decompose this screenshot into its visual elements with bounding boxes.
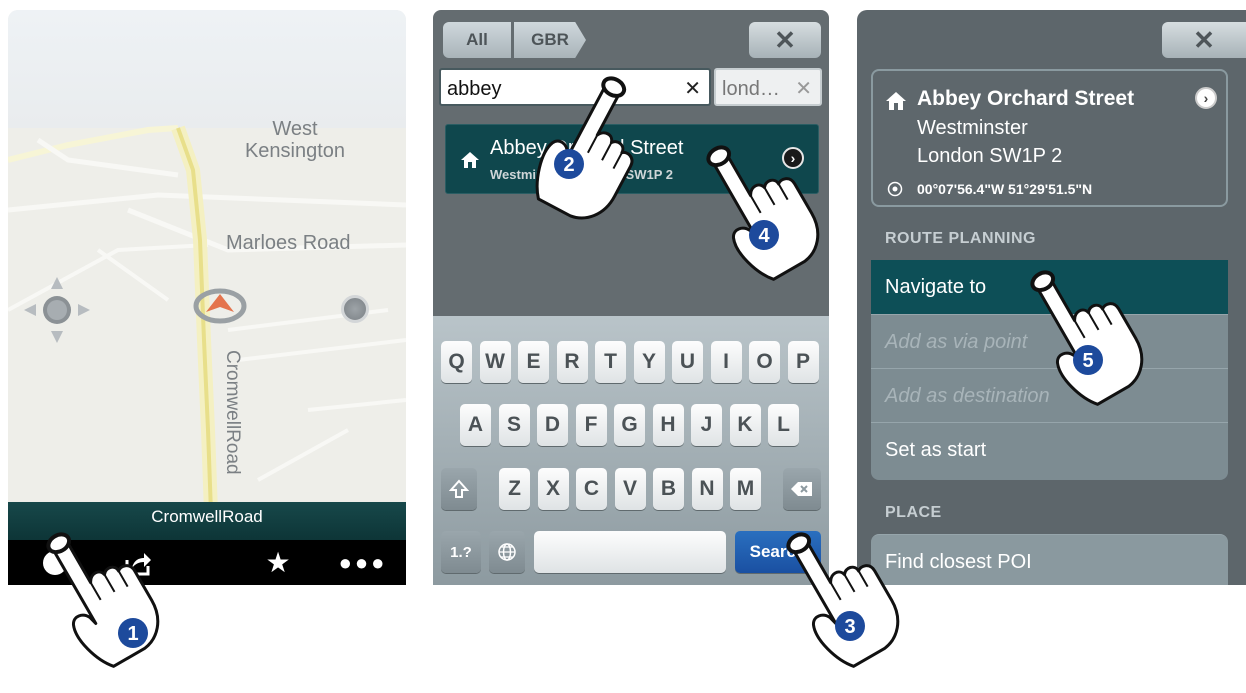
tab-country-gbr[interactable]: GBR	[514, 22, 586, 58]
pointing-hand-icon: 3	[766, 508, 913, 677]
globe-icon	[498, 543, 516, 561]
place-section-header: PLACE	[885, 504, 942, 521]
search-input-value: abbey	[447, 78, 502, 100]
key-d[interactable]: D	[537, 404, 568, 446]
key-g[interactable]: G	[614, 404, 645, 446]
pointing-hand-icon: 5	[1010, 246, 1157, 415]
space-key[interactable]	[534, 531, 726, 573]
tap-hand-step-1: 1	[26, 508, 182, 693]
key-j[interactable]: J	[691, 404, 722, 446]
close-button-details[interactable]: ✕	[1162, 22, 1246, 58]
step-badge-3: 3	[844, 616, 855, 638]
place-name: Abbey Orchard Street	[917, 87, 1135, 110]
zoom-knob[interactable]	[341, 295, 369, 323]
close-icon: ✕	[774, 24, 796, 55]
route-planning-header: ROUTE PLANNING	[885, 230, 1036, 247]
key-l[interactable]: L	[768, 404, 799, 446]
shift-icon	[449, 479, 469, 498]
place-card: Abbey Orchard Street Westminster London …	[871, 69, 1228, 207]
numbers-key[interactable]: 1.?	[441, 531, 481, 573]
key-n[interactable]: N	[691, 468, 723, 510]
pointing-hand-icon: 4	[686, 121, 833, 290]
key-b[interactable]: B	[653, 468, 684, 510]
key-y[interactable]: Y	[633, 341, 665, 383]
location-input[interactable]: lond… ✕	[714, 68, 822, 106]
tap-hand-step-5: 5	[1010, 246, 1160, 433]
key-h[interactable]: H	[652, 404, 684, 446]
map-label-marloes-road: Marloes Road	[226, 232, 351, 254]
key-r[interactable]: R	[556, 341, 588, 383]
key-v[interactable]: V	[614, 468, 646, 510]
key-w[interactable]: W	[479, 341, 511, 383]
key-s[interactable]: S	[498, 404, 530, 446]
key-a[interactable]: A	[460, 404, 491, 446]
favorites-button[interactable]: ★	[243, 540, 313, 585]
backspace-key[interactable]	[783, 468, 821, 510]
map-label-cromwell-road: CromwellRoad	[222, 350, 243, 475]
backspace-icon	[791, 482, 812, 496]
step-badge-2: 2	[563, 154, 574, 176]
key-o[interactable]: O	[749, 341, 780, 383]
map-screen: West Kensington Marloes Road CromwellRoa…	[8, 10, 406, 585]
tab-all[interactable]: All	[443, 22, 511, 58]
pointing-hand-icon: 2	[505, 70, 665, 230]
place-coordinates: 00°07'56.4"W 51°29'51.5"N	[917, 181, 1093, 197]
map-label-west-kensington: West Kensington	[244, 118, 346, 162]
tap-hand-step-3: 3	[766, 508, 916, 690]
tap-hand-step-4: 4	[686, 121, 836, 308]
home-icon	[461, 152, 479, 168]
home-icon	[886, 92, 906, 110]
tap-hand-step-2: 2	[505, 70, 665, 235]
more-button[interactable]: ●●●	[328, 540, 398, 585]
star-icon: ★	[265, 547, 291, 578]
shift-key[interactable]	[441, 468, 477, 510]
key-p[interactable]: P	[787, 341, 819, 383]
place-district: Westminster	[917, 117, 1028, 139]
chevron-right-icon[interactable]: ›	[1195, 87, 1217, 109]
pointing-hand-icon: 1	[26, 508, 173, 677]
language-key[interactable]	[489, 531, 525, 573]
gps-target-icon	[887, 181, 903, 197]
step-badge-1: 1	[127, 623, 138, 645]
close-button[interactable]: ✕	[749, 22, 821, 58]
find-closest-poi-item[interactable]: Find closest POI	[871, 534, 1228, 585]
key-k[interactable]: K	[729, 404, 761, 446]
clear-location-icon[interactable]: ✕	[795, 70, 812, 108]
key-i[interactable]: I	[710, 341, 742, 383]
place-city-postcode: London SW1P 2	[917, 145, 1063, 167]
close-icon: ✕	[1193, 24, 1215, 55]
key-c[interactable]: C	[576, 468, 607, 510]
key-u[interactable]: U	[672, 341, 703, 383]
location-input-value: lond…	[722, 78, 780, 100]
key-q[interactable]: Q	[441, 341, 472, 383]
more-icon: ●●●	[338, 549, 388, 575]
key-e[interactable]: E	[518, 341, 549, 383]
pan-arrows-icon	[24, 277, 90, 343]
step-badge-4: 4	[758, 225, 770, 247]
key-f[interactable]: F	[575, 404, 607, 446]
key-t[interactable]: T	[595, 341, 626, 383]
key-z[interactable]: Z	[499, 468, 530, 510]
step-badge-5: 5	[1082, 350, 1093, 372]
clear-search-icon[interactable]: ✕	[684, 70, 701, 108]
key-m[interactable]: M	[730, 468, 761, 510]
pan-control[interactable]	[22, 275, 92, 345]
key-x[interactable]: X	[537, 468, 569, 510]
